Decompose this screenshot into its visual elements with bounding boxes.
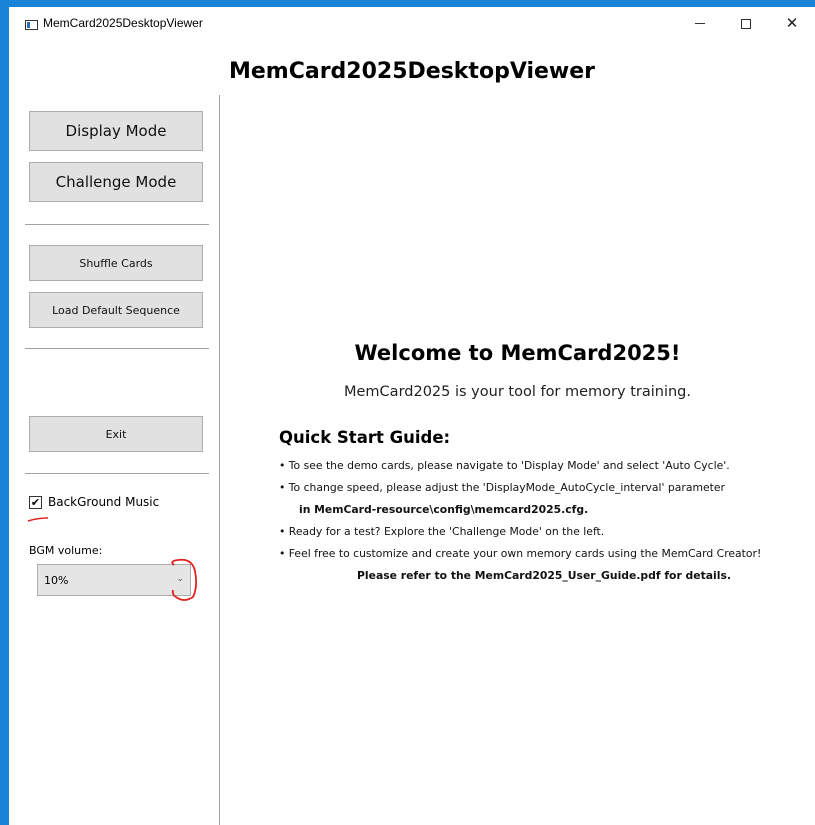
guide-line: • Ready for a test? Explore the 'Challen…: [279, 525, 605, 538]
red-annotation-circle: [171, 558, 198, 601]
bgm-volume-label: BGM volume:: [29, 544, 103, 557]
minimize-button[interactable]: [677, 7, 723, 40]
bgm-volume-value: 10%: [44, 574, 69, 587]
guide-line: • Feel free to customize and create your…: [279, 547, 762, 560]
title-bar[interactable]: MemCard2025DesktopViewer ✕: [9, 7, 815, 40]
bgm-checkbox-label[interactable]: BackGround Music: [48, 495, 159, 509]
minimize-icon: [695, 23, 705, 24]
red-annotation-underline: [27, 517, 49, 522]
display-mode-button[interactable]: Display Mode: [29, 111, 203, 151]
welcome-subtitle: MemCard2025 is your tool for memory trai…: [344, 384, 691, 400]
guide-line: • To change speed, please adjust the 'Di…: [279, 481, 725, 494]
quick-start-guide-list: • To see the demo cards, please navigate…: [279, 455, 809, 587]
challenge-mode-button[interactable]: Challenge Mode: [29, 162, 203, 202]
app-icon: [25, 20, 38, 30]
maximize-icon: [741, 18, 751, 29]
bgm-checkbox[interactable]: ✔: [29, 495, 42, 509]
app-window: MemCard2025DesktopViewer ✕ MemCard2025De…: [9, 7, 815, 825]
window-title: MemCard2025DesktopViewer: [43, 16, 203, 30]
guide-line: • To see the demo cards, please navigate…: [279, 459, 730, 472]
maximize-button[interactable]: [723, 7, 769, 40]
exit-button[interactable]: Exit: [29, 416, 203, 452]
quick-start-guide-title: Quick Start Guide:: [279, 428, 451, 447]
sidebar-divider: [25, 348, 209, 349]
panel-separator: [219, 95, 220, 825]
close-icon: ✕: [785, 14, 799, 32]
bgm-checkbox-row[interactable]: ✔ BackGround Music: [29, 495, 159, 509]
load-default-sequence-button[interactable]: Load Default Sequence: [29, 292, 203, 328]
welcome-title: Welcome to MemCard2025!: [354, 341, 681, 365]
app-header-title: MemCard2025DesktopViewer: [228, 59, 596, 84]
close-button[interactable]: ✕: [769, 7, 815, 40]
guide-line-user-guide: Please refer to the MemCard2025_User_Gui…: [357, 569, 731, 582]
shuffle-cards-button[interactable]: Shuffle Cards: [29, 245, 203, 281]
sidebar-divider: [25, 224, 209, 225]
guide-line-config-path: in MemCard-resource\config\memcard2025.c…: [299, 503, 589, 516]
desktop-edge-top: [0, 0, 815, 7]
desktop-edge-left: [0, 0, 9, 825]
sidebar-divider: [25, 473, 209, 474]
